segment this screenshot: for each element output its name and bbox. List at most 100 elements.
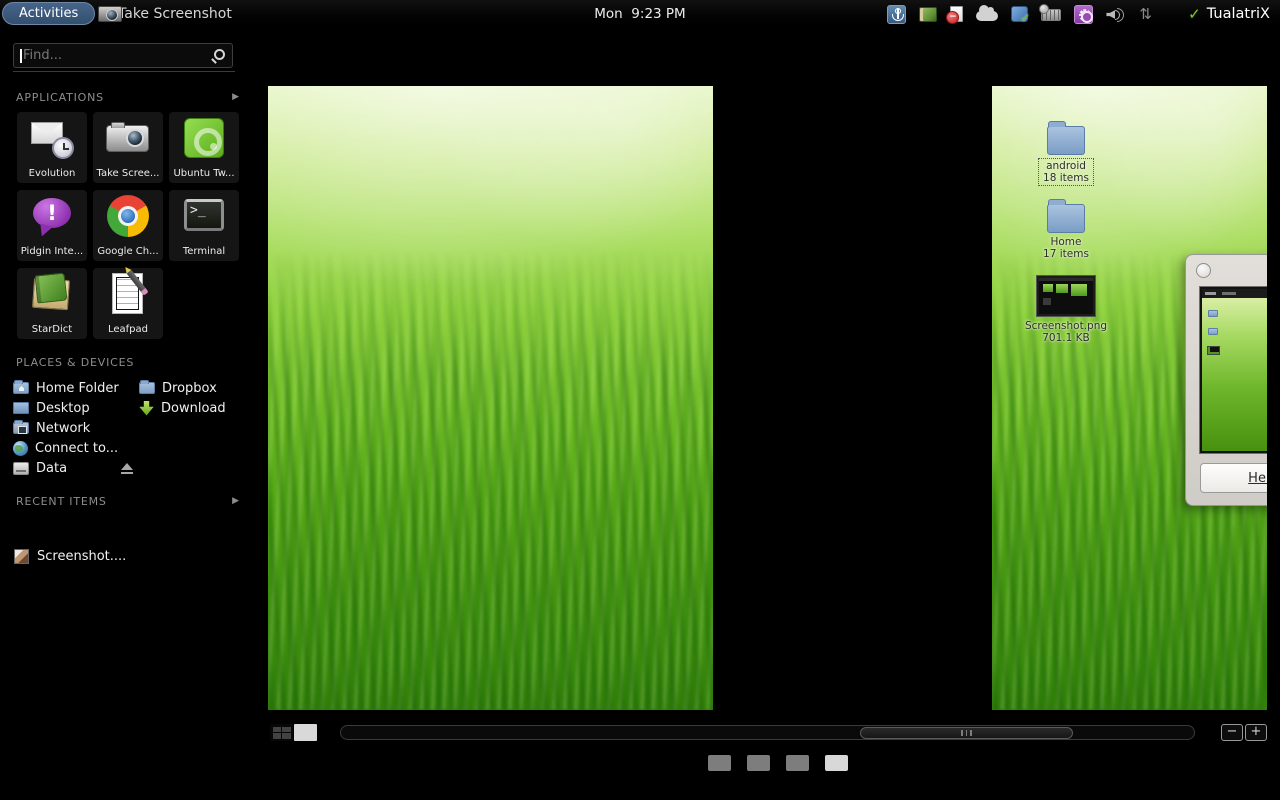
place-label: Dropbox: [162, 381, 217, 396]
screenshot-dialog-window: Help: [1185, 254, 1267, 506]
desktop-icon-home: Home 17 items: [1018, 204, 1114, 260]
place-data[interactable]: Data: [13, 458, 135, 478]
terminal-icon: >_: [180, 192, 228, 240]
top-bar: Activities Take Screenshot Mon 9:23 PM ⇅…: [0, 0, 1280, 28]
recent-expand-icon[interactable]: ▶: [232, 496, 239, 506]
volume-icon[interactable]: [1106, 7, 1126, 21]
app-label: StarDict: [19, 324, 85, 335]
desktop-icon-detail: 18 items: [1043, 172, 1089, 184]
keyboard-icon[interactable]: [1041, 9, 1061, 21]
username: TualatriX: [1207, 6, 1270, 22]
app-tile-terminal[interactable]: >_ Terminal: [169, 190, 239, 261]
app-menu-title: Take Screenshot: [118, 6, 232, 22]
chrome-icon: [104, 192, 152, 240]
radio-button-icon: [1196, 263, 1211, 278]
place-label: Data: [36, 461, 67, 476]
folder-icon: [1047, 204, 1085, 233]
app-tile-evolution[interactable]: Evolution: [17, 112, 87, 183]
applications-expand-icon[interactable]: ▶: [232, 92, 239, 102]
app-tile-leafpad[interactable]: Leafpad: [93, 268, 163, 339]
place-network[interactable]: Network: [13, 418, 135, 438]
app-label: Take Scree...: [95, 168, 161, 179]
leafpad-icon: [104, 270, 152, 318]
linear-view-button[interactable]: [294, 724, 317, 741]
app-label: Terminal: [171, 246, 237, 257]
grass-texture: [268, 248, 713, 710]
place-desktop[interactable]: Desktop: [13, 398, 135, 418]
dropbox-folder-icon: [139, 382, 155, 394]
screenshot-preview: [1200, 287, 1267, 453]
desktop-icon-android: android 18 items: [1018, 126, 1114, 186]
camera-icon: [98, 6, 122, 22]
desktop-icon: [13, 402, 29, 414]
app-tile-chrome[interactable]: Google Ch...: [93, 190, 163, 261]
grid-view-button[interactable]: [270, 724, 293, 741]
workspace-preview-2[interactable]: android 18 items Home 17 items Screensho…: [992, 86, 1267, 710]
eject-icon[interactable]: [120, 463, 134, 474]
zoom-out-button[interactable]: −: [1221, 724, 1243, 741]
camera-app-icon: [104, 114, 152, 162]
workspace-scrollbar[interactable]: [340, 725, 1195, 740]
workspace-dot-active[interactable]: [825, 755, 848, 771]
activities-button[interactable]: Activities: [2, 2, 95, 25]
activities-label: Activities: [19, 6, 78, 21]
place-label: Download: [161, 401, 226, 416]
app-label: Leafpad: [95, 324, 161, 335]
home-folder-icon: [13, 382, 29, 394]
dropbox-icon[interactable]: [1011, 6, 1028, 22]
workspace-indicator: [708, 755, 848, 771]
desktop-icon-label: Screenshot.png: [1018, 320, 1114, 332]
stardict-icon: [28, 270, 76, 318]
desktop-icon-label: Home: [1018, 236, 1114, 248]
status-check-icon: ✓: [1188, 5, 1201, 23]
app-menu[interactable]: Take Screenshot: [98, 0, 232, 28]
network-updown-icon[interactable]: ⇅: [1139, 7, 1152, 22]
notes-blocked-icon[interactable]: [950, 6, 963, 22]
place-dropbox[interactable]: Dropbox: [139, 378, 244, 398]
scrollbar-thumb[interactable]: [860, 727, 1073, 739]
recent-items-header: RECENT ITEMS: [16, 495, 107, 508]
recent-item-screenshot[interactable]: Screenshot....: [14, 549, 126, 564]
workspace-dot[interactable]: [786, 755, 809, 771]
recent-item-label: Screenshot....: [37, 549, 126, 564]
help-button: Help: [1200, 463, 1267, 493]
divider: [13, 71, 235, 72]
app-tile-ubuntu-tweak[interactable]: Ubuntu Tw...: [169, 112, 239, 183]
app-label: Ubuntu Tw...: [171, 168, 237, 179]
place-label: Desktop: [36, 401, 90, 416]
globe-icon: [13, 441, 28, 456]
workspace-preview-1[interactable]: [268, 86, 713, 710]
desktop-icon-detail: 17 items: [1018, 248, 1114, 260]
place-home-folder[interactable]: Home Folder: [13, 378, 135, 398]
search-input[interactable]: [23, 44, 203, 67]
app-label: Google Ch...: [95, 246, 161, 257]
places-header: PLACES & DEVICES: [16, 356, 134, 369]
places-column-right: Dropbox Download: [139, 378, 244, 418]
ubuntu-tweak-app-icon: [180, 114, 228, 162]
clock-text[interactable]: Mon 9:23 PM: [594, 6, 685, 22]
search-icon[interactable]: [211, 49, 224, 62]
anchor-icon[interactable]: [887, 5, 906, 24]
user-menu[interactable]: ✓ TualatriX: [1188, 0, 1270, 28]
place-label: Network: [36, 421, 90, 436]
app-tile-pidgin[interactable]: ! Pidgin Inte...: [17, 190, 87, 261]
app-tile-take-screenshot[interactable]: Take Scree...: [93, 112, 163, 183]
desktop-icon-label: android: [1043, 160, 1089, 172]
drive-icon: [13, 462, 29, 475]
ubuntu-tweak-icon[interactable]: [1074, 5, 1093, 24]
search-box[interactable]: [13, 43, 233, 68]
place-download[interactable]: Download: [139, 398, 244, 418]
text-caret: [20, 49, 22, 63]
workspace-dot[interactable]: [708, 755, 731, 771]
screenshot-thumbnail-icon: [1037, 276, 1095, 316]
network-folder-icon: [13, 422, 29, 434]
workspace-dot[interactable]: [747, 755, 770, 771]
app-label: Pidgin Inte...: [19, 246, 85, 257]
zoom-in-button[interactable]: +: [1245, 724, 1267, 741]
dictionary-icon[interactable]: [919, 7, 937, 22]
cloud-icon[interactable]: [976, 11, 998, 21]
gnome-shell-overview: Activities Take Screenshot Mon 9:23 PM ⇅…: [0, 0, 1280, 800]
app-tile-stardict[interactable]: StarDict: [17, 268, 87, 339]
mini-desktop: [1202, 298, 1267, 451]
place-connect-to[interactable]: Connect to...: [13, 438, 135, 458]
